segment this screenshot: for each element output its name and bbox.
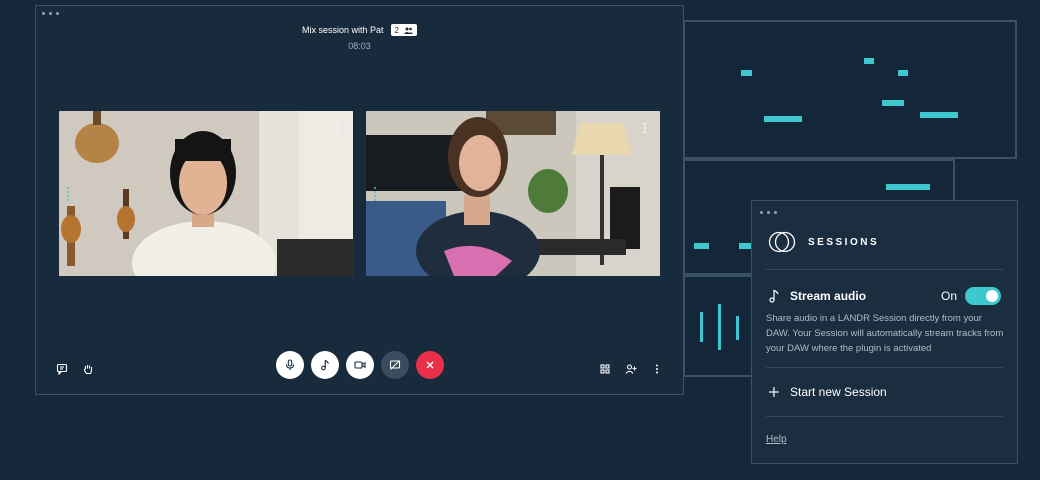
screen-share-off-icon xyxy=(389,360,401,370)
divider xyxy=(766,416,1003,417)
midi-note xyxy=(864,58,874,64)
add-person-icon[interactable] xyxy=(625,363,637,375)
sessions-logo-icon xyxy=(768,231,796,253)
waveform-bar xyxy=(736,316,739,340)
midi-note xyxy=(741,70,752,76)
midi-note xyxy=(764,116,802,122)
sessions-plugin-panel: SESSIONS Stream audio On Share audio in … xyxy=(751,200,1018,464)
call-controls xyxy=(276,351,444,379)
participant-video-feed xyxy=(366,111,660,276)
screen-share-button[interactable] xyxy=(381,351,409,379)
window-drag-handle[interactable] xyxy=(760,211,777,214)
chat-icon[interactable] xyxy=(56,363,68,375)
participant-count: 2 xyxy=(394,25,399,35)
help-link[interactable]: Help xyxy=(766,434,787,445)
music-note-icon xyxy=(769,289,779,303)
midi-note xyxy=(920,112,958,118)
video-camera-icon xyxy=(354,361,366,369)
participant-video-tile-1[interactable] xyxy=(59,111,353,276)
plus-icon xyxy=(769,387,779,397)
raise-hand-icon[interactable] xyxy=(82,363,94,375)
audio-level-indicator xyxy=(374,187,376,201)
music-note-icon xyxy=(321,359,329,371)
midi-note xyxy=(886,184,930,190)
start-new-session-button[interactable]: Start new Session xyxy=(768,385,887,399)
mic-icon xyxy=(285,359,295,370)
video-call-window: Mix session with Pat 2 08:03 xyxy=(35,5,684,395)
midi-note xyxy=(882,100,904,106)
stream-audio-description: Share audio in a LANDR Session directly … xyxy=(766,313,1004,354)
divider xyxy=(766,269,1003,270)
grid-view-icon[interactable] xyxy=(599,363,611,375)
call-timer: 08:03 xyxy=(348,41,371,51)
midi-note xyxy=(739,243,751,249)
sessions-brand: SESSIONS xyxy=(768,231,879,253)
music-note-button[interactable] xyxy=(311,351,339,379)
start-new-session-label: Start new Session xyxy=(790,385,887,399)
sessions-brand-text: SESSIONS xyxy=(808,236,880,248)
stream-audio-row: Stream audio On xyxy=(768,287,1001,305)
participant-count-badge[interactable]: 2 xyxy=(390,24,417,36)
tile-menu-button[interactable] xyxy=(644,123,646,133)
stream-audio-state: On xyxy=(940,289,957,303)
stream-audio-label: Stream audio xyxy=(790,289,867,303)
end-call-button[interactable] xyxy=(416,351,444,379)
call-title: Mix session with Pat xyxy=(302,25,384,35)
participant-video-tile-2[interactable] xyxy=(366,111,660,276)
divider xyxy=(766,367,1003,368)
camera-button[interactable] xyxy=(346,351,374,379)
people-icon xyxy=(403,27,413,34)
midi-note xyxy=(694,243,709,249)
left-toolbar xyxy=(56,363,94,375)
tile-menu-button[interactable] xyxy=(337,123,339,133)
window-drag-handle[interactable] xyxy=(42,12,59,15)
waveform-bar xyxy=(718,304,721,350)
stream-audio-toggle[interactable] xyxy=(965,287,1001,305)
more-vertical-icon[interactable] xyxy=(651,363,663,375)
microphone-button[interactable] xyxy=(276,351,304,379)
waveform-bar xyxy=(700,312,703,342)
midi-note xyxy=(898,70,908,76)
participant-video-feed xyxy=(59,111,353,276)
right-toolbar xyxy=(599,363,663,375)
daw-midi-region xyxy=(683,20,1017,159)
call-header: Mix session with Pat 2 xyxy=(36,24,683,36)
close-icon xyxy=(426,361,434,369)
toggle-knob xyxy=(986,290,998,302)
audio-level-indicator xyxy=(67,187,69,201)
